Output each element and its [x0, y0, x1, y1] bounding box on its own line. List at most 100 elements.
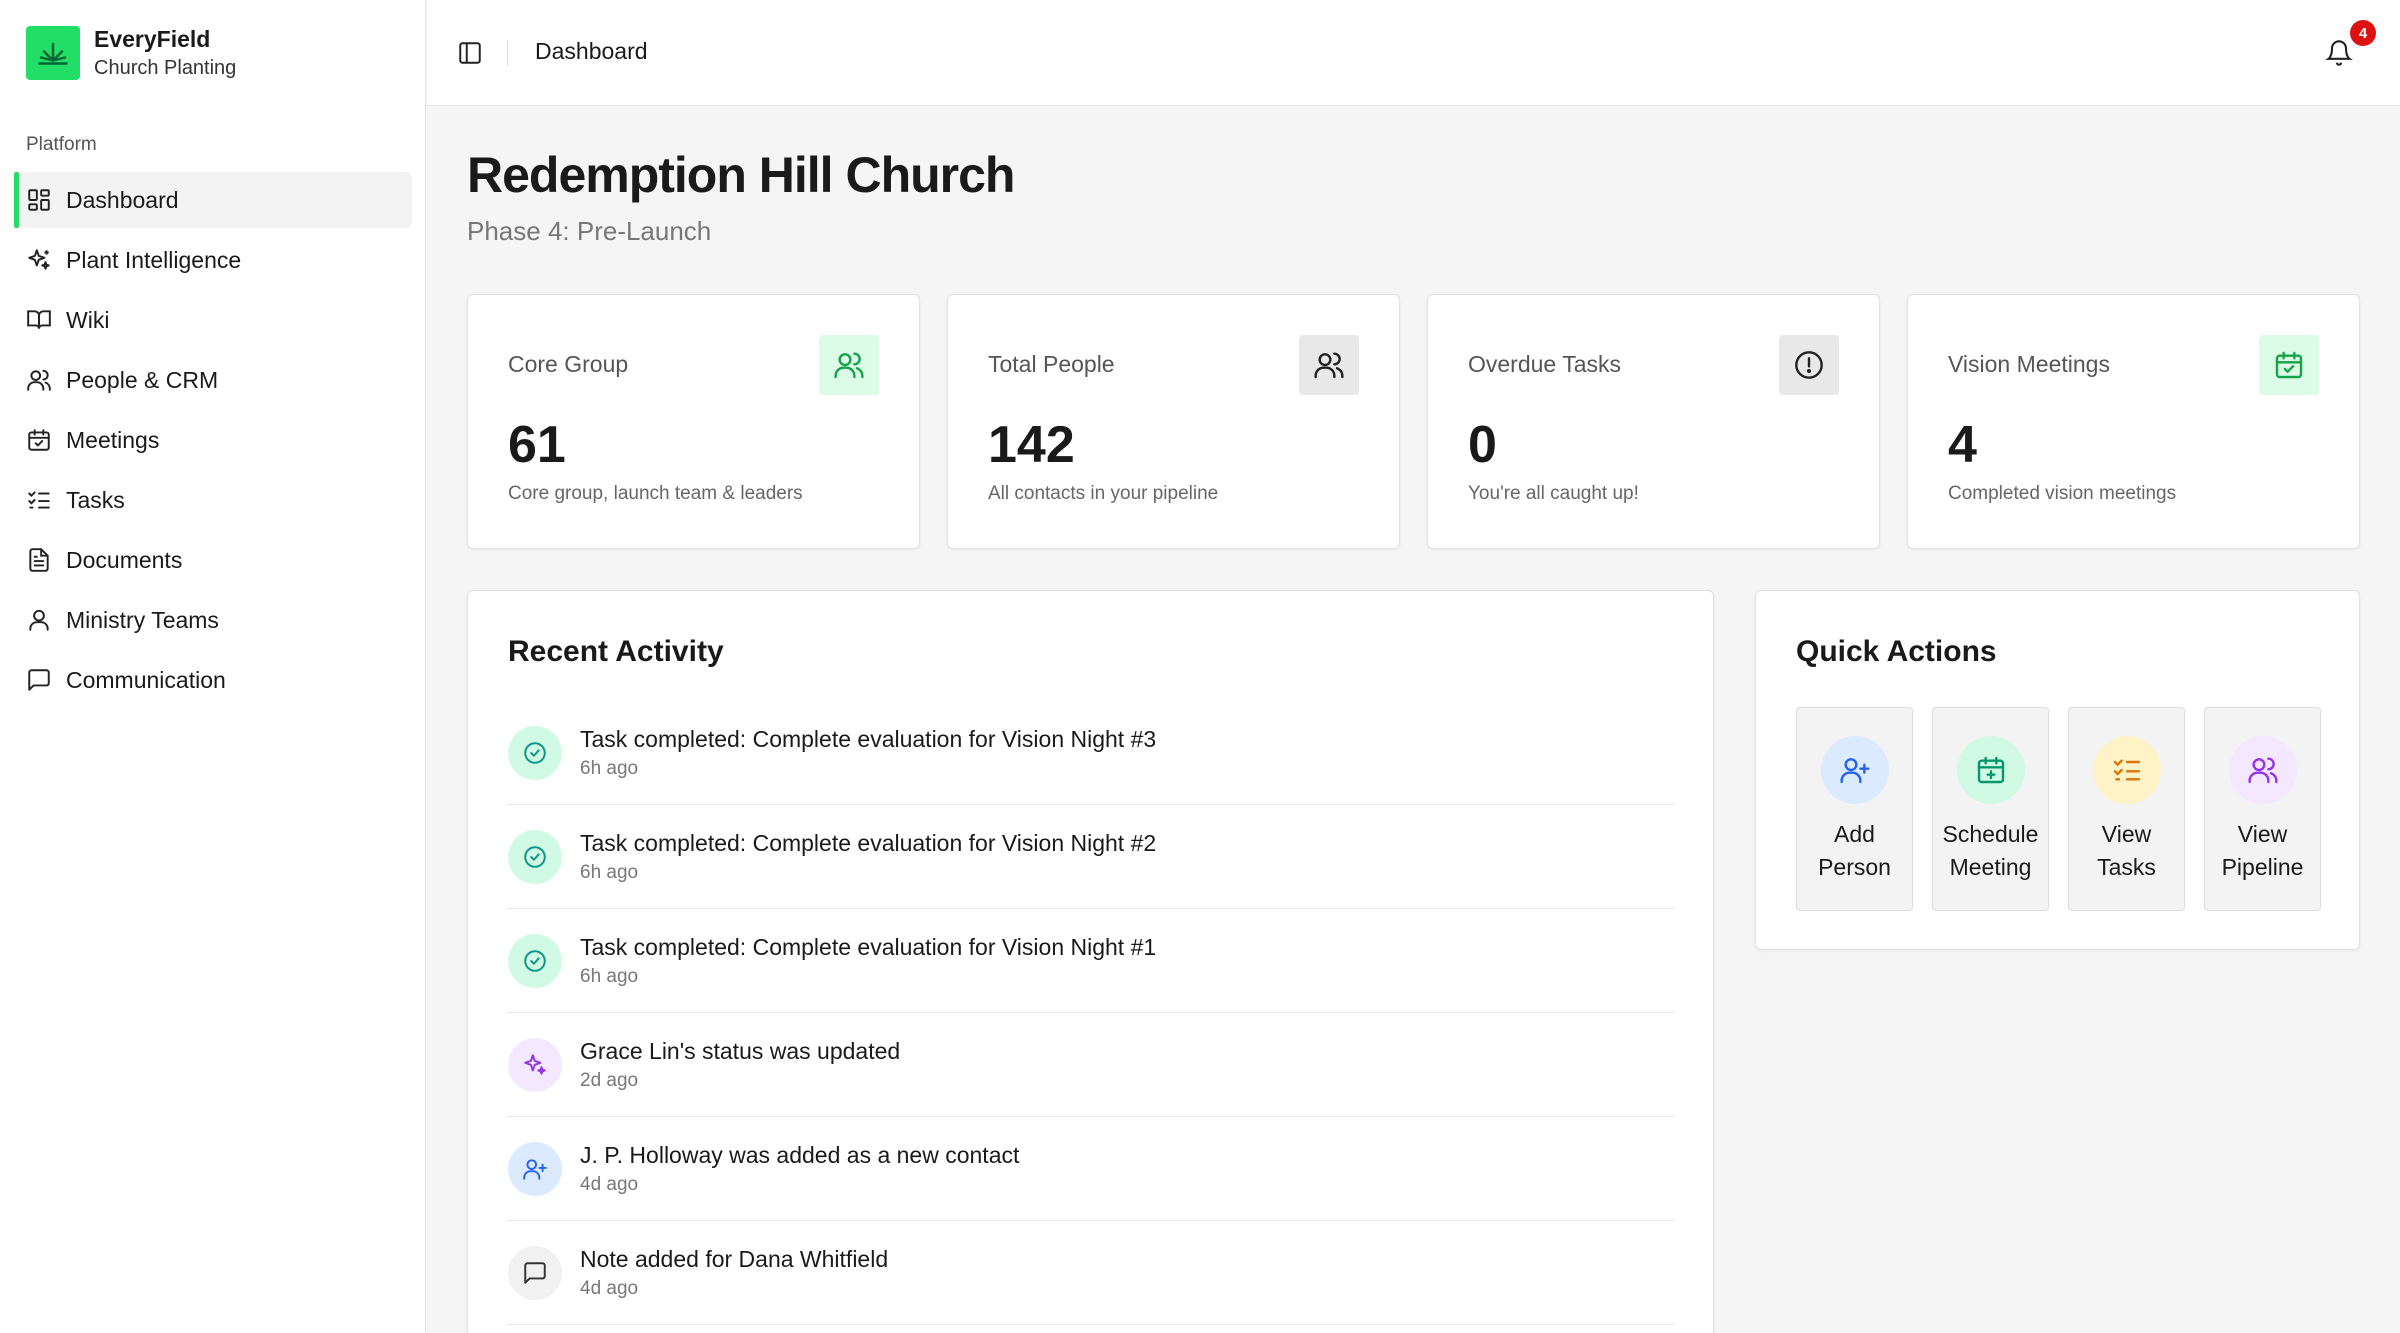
activity-list: Task completed: Complete evaluation for … — [508, 701, 1674, 1325]
recent-activity-title: Recent Activity — [508, 635, 724, 668]
stat-description: You're all caught up! — [1468, 483, 1639, 504]
sidebar-item-plant-intelligence[interactable]: Plant Intelligence — [14, 232, 412, 288]
sidebar-item-wiki[interactable]: Wiki — [14, 292, 412, 348]
stat-label: Total People — [988, 351, 1115, 377]
recent-activity-card: Recent Activity Task completed: Complete… — [467, 590, 1714, 1333]
activity-time: 6h ago — [580, 861, 639, 883]
users-icon — [819, 335, 879, 395]
dashboard-grid-icon — [28, 189, 50, 211]
page-subtitle: Phase 4: Pre-Launch — [467, 216, 712, 246]
users-icon — [2228, 736, 2297, 804]
sidebar-item-dashboard[interactable]: Dashboard — [14, 172, 412, 228]
sidebar-item-communication[interactable]: Communication — [14, 652, 412, 708]
sidebar-item-ministry-teams[interactable]: Ministry Teams — [14, 592, 412, 648]
bell-icon — [2325, 40, 2353, 66]
check-circle-icon — [508, 725, 562, 780]
users-icon — [1299, 335, 1359, 395]
list-item[interactable]: Note added for Dana Whitfield 4d ago — [508, 1221, 1674, 1325]
stat-description: All contacts in your pipeline — [988, 483, 1219, 504]
view-pipeline-button[interactable]: View Pipeline — [2204, 707, 2321, 911]
brand-name: EveryField — [94, 26, 211, 52]
stat-label: Core Group — [508, 351, 629, 377]
notification-badge: 4 — [2350, 20, 2376, 46]
quick-action-label: Person — [1818, 854, 1891, 880]
quick-actions-card: Quick Actions Add Person Schedule Meetin… — [1755, 590, 2360, 950]
brand-subtitle: Church Planting — [94, 57, 237, 79]
activity-time: 2d ago — [580, 1069, 639, 1091]
calendar-check-icon — [2259, 335, 2319, 395]
list-checks-icon — [28, 491, 50, 509]
breadcrumb: Dashboard — [535, 38, 648, 64]
sparkles-icon — [508, 1037, 562, 1092]
message-square-icon — [508, 1245, 562, 1300]
sidebar-item-label: Tasks — [66, 486, 125, 513]
quick-actions-grid: Add Person Schedule Meeting View Tasks V… — [1796, 707, 2321, 911]
stat-value: 142 — [988, 416, 1075, 474]
activity-title: Note added for Dana Whitfield — [580, 1245, 889, 1272]
sidebar-item-label: Documents — [66, 546, 183, 573]
quick-action-label: Pipeline — [2221, 854, 2304, 880]
sidebar-section-label: Platform — [26, 134, 97, 155]
stat-value: 0 — [1468, 416, 1497, 474]
calendar-icon — [28, 429, 50, 451]
user-plus-icon — [1820, 736, 1889, 804]
quick-action-label: Schedule — [1942, 821, 2039, 847]
check-circle-icon — [508, 933, 562, 988]
stat-description: Core group, launch team & leaders — [508, 483, 803, 504]
sidebar-item-documents[interactable]: Documents — [14, 532, 412, 588]
sparkles-icon — [28, 249, 50, 270]
activity-time: 6h ago — [580, 757, 639, 779]
list-item[interactable]: Task completed: Complete evaluation for … — [508, 805, 1674, 909]
list-item[interactable]: Task completed: Complete evaluation for … — [508, 909, 1674, 1013]
quick-action-label: View — [2237, 821, 2288, 847]
topbar-divider — [507, 40, 508, 66]
stat-card-core-group[interactable]: Core Group 61 Core group, launch team & … — [467, 294, 920, 549]
sidebar-item-label: People & CRM — [66, 366, 219, 393]
message-square-icon — [28, 669, 50, 691]
activity-title: Grace Lin's status was updated — [580, 1037, 901, 1064]
book-open-icon — [27, 310, 51, 329]
activity-title: J. P. Holloway was added as a new contac… — [580, 1141, 1020, 1168]
quick-action-label: Meeting — [1949, 854, 2032, 880]
sidebar-item-label: Communication — [66, 666, 226, 693]
quick-actions-title: Quick Actions — [1796, 635, 1997, 668]
quick-action-label: View — [2101, 821, 2152, 847]
quick-action-label: Tasks — [2097, 854, 2156, 880]
activity-title: Task completed: Complete evaluation for … — [580, 933, 1157, 960]
document-icon — [29, 548, 49, 572]
activity-time: 6h ago — [580, 965, 639, 987]
sidebar-item-people-crm[interactable]: People & CRM — [14, 352, 412, 408]
stat-label: Vision Meetings — [1948, 351, 2110, 377]
stat-value: 4 — [1948, 416, 1977, 474]
stat-card-total-people[interactable]: Total People 142 All contacts in your pi… — [947, 294, 1400, 549]
alert-circle-icon — [1779, 335, 1839, 395]
brand-logo-icon — [26, 26, 80, 80]
stat-card-vision-meetings[interactable]: Vision Meetings 4 Completed vision meeti… — [1907, 294, 2360, 549]
notifications-button[interactable] — [2322, 36, 2356, 70]
user-icon — [29, 609, 49, 631]
schedule-meeting-button[interactable]: Schedule Meeting — [1932, 707, 2049, 911]
activity-time: 4d ago — [580, 1173, 639, 1195]
activity-time: 4d ago — [580, 1277, 639, 1299]
list-item[interactable]: Grace Lin's status was updated 2d ago — [508, 1013, 1674, 1117]
sidebar-item-tasks[interactable]: Tasks — [14, 472, 412, 528]
user-plus-icon — [508, 1141, 562, 1196]
list-item[interactable]: Task completed: Complete evaluation for … — [508, 701, 1674, 805]
quick-action-label: Add — [1834, 821, 1875, 847]
add-person-button[interactable]: Add Person — [1796, 707, 1913, 911]
stat-card-overdue-tasks[interactable]: Overdue Tasks 0 You're all caught up! — [1427, 294, 1880, 549]
sidebar: EveryField Church Planting Platform Dash… — [0, 0, 426, 1333]
check-circle-icon — [508, 829, 562, 884]
stat-label: Overdue Tasks — [1468, 351, 1621, 377]
sidebar-toggle-button[interactable] — [455, 38, 485, 68]
topbar: Dashboard 4 — [427, 0, 2400, 106]
sidebar-item-label: Ministry Teams — [66, 606, 219, 633]
brand[interactable]: EveryField Church Planting — [26, 24, 236, 82]
view-tasks-button[interactable]: View Tasks — [2068, 707, 2185, 911]
list-item[interactable]: J. P. Holloway was added as a new contac… — [508, 1117, 1674, 1221]
activity-title: Task completed: Complete evaluation for … — [580, 829, 1157, 856]
calendar-plus-icon — [1956, 736, 2025, 804]
sidebar-item-meetings[interactable]: Meetings — [14, 412, 412, 468]
sidebar-nav: Dashboard Plant Intelligence Wiki People… — [14, 172, 412, 712]
sidebar-item-label: Meetings — [66, 426, 160, 453]
